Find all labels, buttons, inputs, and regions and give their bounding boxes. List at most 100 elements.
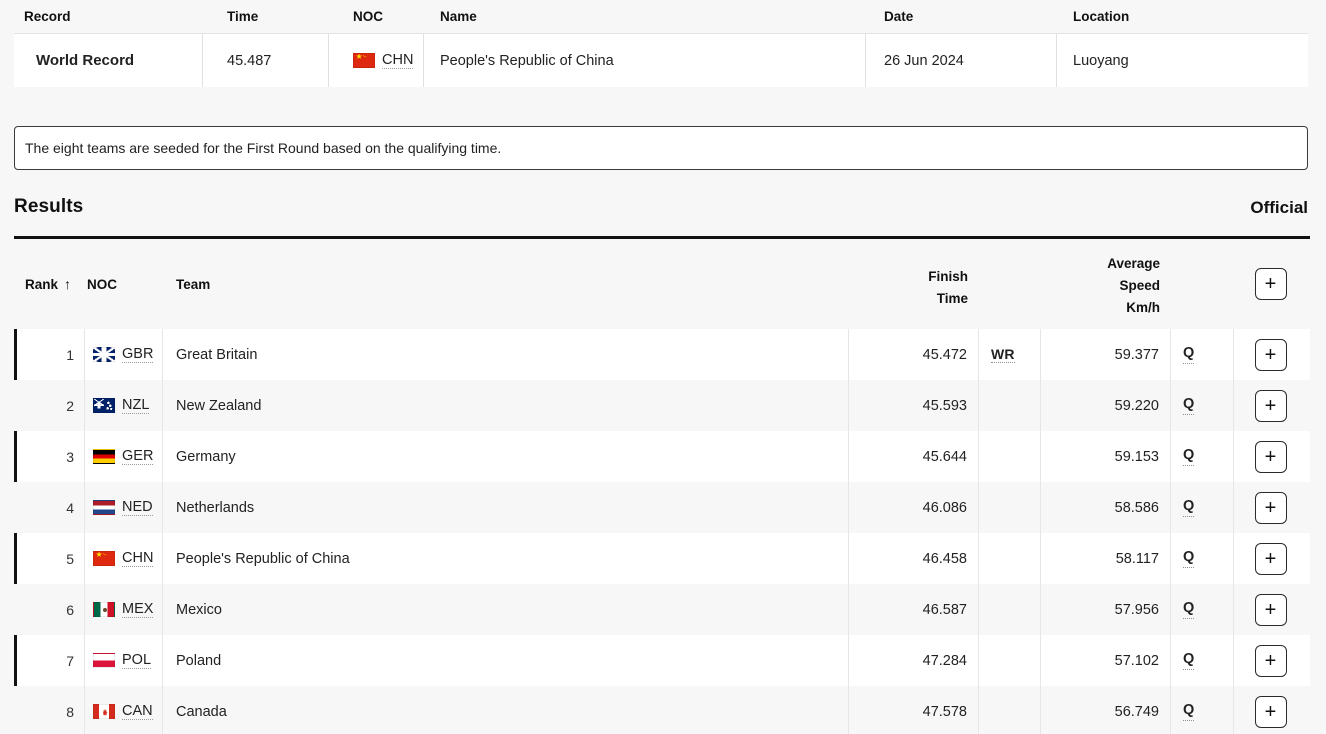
cell-expand: + bbox=[1234, 635, 1307, 686]
cell-expand: + bbox=[1234, 380, 1307, 431]
expand-row-button[interactable]: + bbox=[1254, 695, 1287, 728]
results-table: Rank ↑ NOC Team Finish Time Average Spee… bbox=[14, 236, 1310, 734]
page-title: Results bbox=[14, 196, 84, 217]
table-row: 8 CAN Canada 47.578 56.749 Q + bbox=[14, 686, 1310, 734]
column-header-qualification bbox=[1171, 239, 1234, 329]
expand-all-button[interactable]: + bbox=[1254, 268, 1287, 300]
record-table-header-row: Record Time NOC Name Date Location bbox=[14, 0, 1308, 33]
table-row: 7 POL Poland 47.284 57.102 Q + bbox=[14, 635, 1310, 686]
record-cell-location: Luoyang bbox=[1073, 52, 1129, 69]
cell-record-mark bbox=[979, 635, 1041, 686]
cell-team: Netherlands bbox=[163, 482, 849, 533]
qualified-abbr: Q bbox=[1183, 600, 1195, 619]
qualified-abbr: Q bbox=[1183, 498, 1195, 517]
record-header-date: Date bbox=[884, 9, 914, 24]
noc-code: MEX bbox=[122, 600, 154, 619]
table-row: 3 GER Germany 45.644 59.153 Q + bbox=[14, 431, 1310, 482]
cell-rank: 6 bbox=[17, 584, 85, 635]
qualified-abbr: Q bbox=[1183, 345, 1195, 364]
flag-icon-chn bbox=[93, 550, 115, 566]
cell-rank: 1 bbox=[17, 329, 85, 380]
cell-record-mark bbox=[979, 533, 1041, 584]
page-root: Record Time NOC Name Date Location World… bbox=[0, 0, 1326, 734]
table-row: 1 GBR Great Britain 45.472 WR 59.377 Q + bbox=[14, 329, 1310, 380]
cell-rank: 5 bbox=[17, 533, 85, 584]
expand-row-button[interactable]: + bbox=[1254, 593, 1287, 626]
qualified-abbr: Q bbox=[1183, 651, 1195, 670]
expand-row-button[interactable]: + bbox=[1254, 389, 1287, 422]
flag-icon-ger bbox=[93, 448, 115, 464]
cell-average-speed: 57.956 bbox=[1041, 584, 1171, 635]
cell-record-mark bbox=[979, 584, 1041, 635]
expand-row-button[interactable]: + bbox=[1254, 491, 1287, 524]
cell-finish-time: 46.587 bbox=[849, 584, 979, 635]
record-cell-record: World Record bbox=[14, 34, 203, 87]
column-header-noc: NOC bbox=[87, 276, 117, 292]
column-header-rank-label: Rank bbox=[25, 276, 59, 292]
cell-record-mark bbox=[979, 686, 1041, 734]
world-record-abbr: WR bbox=[991, 345, 1015, 364]
column-header-rank[interactable]: Rank ↑ bbox=[17, 239, 85, 329]
column-header-average-speed-line2: Speed bbox=[1119, 278, 1160, 293]
cell-noc: GER bbox=[85, 431, 163, 482]
cell-qualification: Q bbox=[1171, 329, 1234, 380]
sort-ascending-icon: ↑ bbox=[64, 276, 72, 292]
cell-noc: NED bbox=[85, 482, 163, 533]
cell-finish-time: 45.644 bbox=[849, 431, 979, 482]
cell-team: New Zealand bbox=[163, 380, 849, 431]
cell-finish-time: 46.086 bbox=[849, 482, 979, 533]
expand-row-button[interactable]: + bbox=[1254, 338, 1287, 371]
cell-average-speed: 56.749 bbox=[1041, 686, 1171, 734]
cell-expand: + bbox=[1234, 533, 1307, 584]
record-header-record: Record bbox=[24, 9, 71, 24]
cell-expand: + bbox=[1234, 431, 1307, 482]
cell-qualification: Q bbox=[1171, 533, 1234, 584]
cell-finish-time: 45.593 bbox=[849, 380, 979, 431]
cell-expand: + bbox=[1234, 686, 1307, 734]
column-header-record-mark bbox=[979, 239, 1041, 329]
cell-average-speed: 57.102 bbox=[1041, 635, 1171, 686]
expand-row-button[interactable]: + bbox=[1254, 644, 1287, 677]
flag-icon-gbr bbox=[93, 346, 115, 362]
record-header-time: Time bbox=[227, 9, 259, 24]
qualified-abbr: Q bbox=[1183, 702, 1195, 721]
expand-row-button[interactable]: + bbox=[1254, 542, 1287, 575]
cell-qualification: Q bbox=[1171, 380, 1234, 431]
cell-average-speed: 59.377 bbox=[1041, 329, 1171, 380]
cell-average-speed: 58.586 bbox=[1041, 482, 1171, 533]
cell-rank: 2 bbox=[17, 380, 85, 431]
table-row: 5 CHN People's Republic of China 46.458 … bbox=[14, 533, 1310, 584]
cell-expand: + bbox=[1234, 482, 1307, 533]
results-title-bar: Results Official bbox=[14, 196, 1308, 218]
cell-noc: GBR bbox=[85, 329, 163, 380]
cell-finish-time: 45.472 bbox=[849, 329, 979, 380]
seeding-note: The eight teams are seeded for the First… bbox=[14, 126, 1308, 170]
cell-record-mark bbox=[979, 431, 1041, 482]
column-header-average-speed: Average Speed Km/h bbox=[1041, 239, 1171, 329]
cell-expand: + bbox=[1234, 329, 1307, 380]
column-header-finish-time-line1: Finish bbox=[928, 269, 968, 284]
record-cell-time: 45.487 bbox=[203, 34, 329, 87]
noc-code: CAN bbox=[122, 702, 153, 721]
cell-finish-time: 47.284 bbox=[849, 635, 979, 686]
seeding-note-text: The eight teams are seeded for the First… bbox=[25, 140, 502, 156]
noc-code: CHN bbox=[122, 549, 154, 568]
cell-record-mark: WR bbox=[979, 329, 1041, 380]
cell-team: Germany bbox=[163, 431, 849, 482]
cell-noc: POL bbox=[85, 635, 163, 686]
noc-code: GBR bbox=[122, 345, 154, 364]
cell-rank: 7 bbox=[17, 635, 85, 686]
column-header-expand: + bbox=[1234, 239, 1307, 329]
expand-row-button[interactable]: + bbox=[1254, 440, 1287, 473]
column-header-average-speed-line1: Average bbox=[1107, 256, 1160, 271]
cell-team: Poland bbox=[163, 635, 849, 686]
column-header-team: Team bbox=[176, 276, 211, 292]
noc-code: GER bbox=[122, 447, 154, 466]
cell-noc: MEX bbox=[85, 584, 163, 635]
flag-icon-chn bbox=[353, 52, 375, 68]
record-cell-date: 26 Jun 2024 bbox=[866, 34, 1057, 87]
cell-noc: NZL bbox=[85, 380, 163, 431]
cell-average-speed: 59.220 bbox=[1041, 380, 1171, 431]
cell-finish-time: 46.458 bbox=[849, 533, 979, 584]
cell-rank: 3 bbox=[17, 431, 85, 482]
